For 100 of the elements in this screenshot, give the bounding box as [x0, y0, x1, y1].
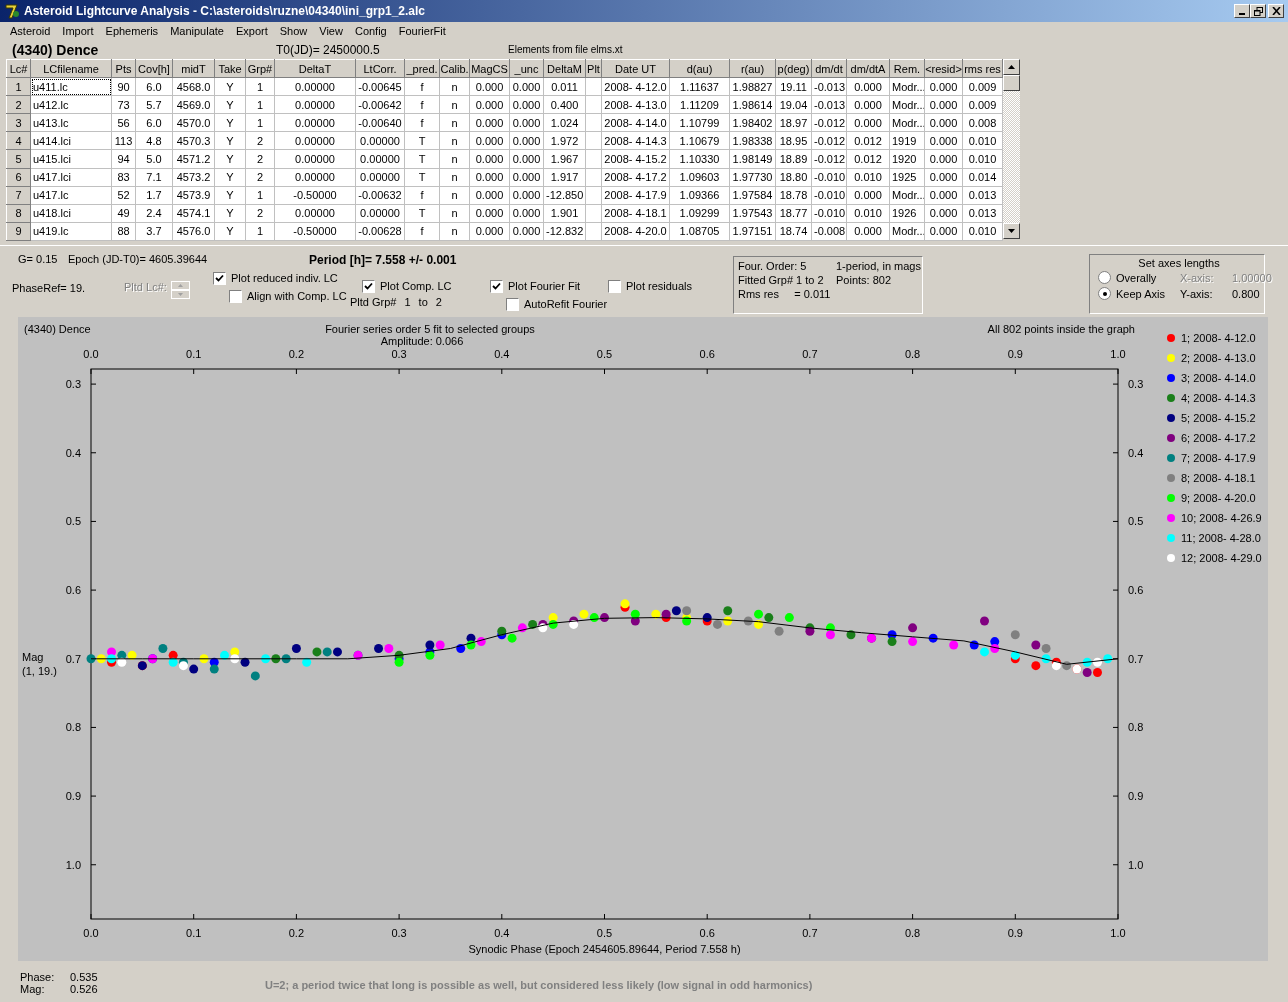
column-header[interactable]: Date UT: [601, 59, 670, 78]
checkbox[interactable]: [213, 271, 226, 285]
column-header[interactable]: Rem.: [889, 59, 925, 78]
scroll-thumb[interactable]: [1003, 75, 1020, 91]
column-header[interactable]: DeltaM: [543, 59, 586, 78]
restore-icon: [1253, 6, 1263, 16]
g-value: G= 0.15: [18, 253, 59, 267]
checkbox[interactable]: [490, 279, 503, 293]
group-title: Set axes lengths: [1137, 257, 1221, 269]
table-cell: 90: [111, 77, 136, 96]
data-point: [476, 637, 486, 647]
legend-label: 6; 2008- 4-17.2: [1181, 432, 1256, 444]
radio-button[interactable]: [1098, 271, 1111, 284]
column-header[interactable]: dm/dt: [811, 59, 847, 78]
table-cell: f: [404, 95, 440, 114]
data-point: [908, 637, 918, 647]
table-cell: 1.08705: [669, 222, 730, 241]
column-header[interactable]: p(deg): [775, 59, 812, 78]
data-point: [1062, 661, 1072, 671]
tick-label: 0.3: [391, 348, 407, 360]
table-cell: 1.98338: [729, 131, 776, 150]
menu-item[interactable]: Config: [348, 25, 393, 37]
table-cell: Y: [214, 95, 246, 114]
legend-label: 7; 2008- 4-17.9: [1181, 452, 1256, 464]
column-header[interactable]: Cov[h]: [135, 59, 173, 78]
table-cell: 3.7: [135, 222, 173, 241]
scroll-down-button[interactable]: [1003, 223, 1020, 239]
table-cell: 88: [111, 222, 136, 241]
scroll-up-button[interactable]: [1003, 59, 1020, 75]
table-cell: 2: [245, 168, 275, 187]
data-point: [1051, 661, 1061, 671]
data-point: [712, 619, 722, 629]
column-header[interactable]: rms res: [962, 59, 1003, 78]
radio-button[interactable]: [1098, 287, 1111, 300]
mag-value: 0.526: [70, 983, 99, 995]
column-header[interactable]: _unc: [509, 59, 544, 78]
checkbox[interactable]: [229, 289, 242, 303]
data-point: [600, 613, 609, 623]
data-point: [281, 654, 291, 664]
fitted-groups: Fitted Grp# 1 to 2: [738, 274, 836, 286]
checkbox[interactable]: [608, 279, 621, 293]
checkbox[interactable]: [362, 279, 375, 293]
data-point: [230, 654, 240, 664]
tick-label: 1.0: [1110, 927, 1126, 939]
column-header[interactable]: midT: [172, 59, 215, 78]
table-cell: -12.850: [543, 186, 586, 205]
scrollbar[interactable]: [1003, 59, 1020, 239]
menu-item[interactable]: Manipulate: [164, 25, 230, 37]
spin-buttons[interactable]: [170, 281, 190, 299]
elements-source: Elements from file elms.xt: [508, 44, 623, 55]
table-cell: 0.000: [469, 186, 510, 205]
data-point: [774, 626, 784, 636]
table-cell: u413.lc: [30, 113, 112, 132]
table-cell: 0.000: [509, 204, 544, 223]
data-point: [1082, 657, 1092, 667]
table-cell: 0.000: [509, 131, 544, 150]
table-cell: u412.lc: [30, 95, 112, 114]
minimize-button[interactable]: [1234, 4, 1250, 18]
table-cell: 6.0: [135, 77, 173, 96]
column-header[interactable]: Pts: [111, 59, 136, 78]
table-cell: 113: [111, 131, 136, 150]
menu-item[interactable]: Ephemeris: [99, 25, 165, 37]
column-header[interactable]: LCfilename: [30, 59, 112, 78]
column-header[interactable]: LtCorr.: [355, 59, 405, 78]
menu-item[interactable]: Show: [273, 25, 314, 37]
menu-item[interactable]: FourierFit: [392, 25, 452, 37]
column-header[interactable]: <resid>: [924, 59, 963, 78]
menu-item[interactable]: Asteroid: [4, 25, 57, 37]
table-cell: u417.lci: [30, 168, 112, 187]
table-cell: -0.013: [811, 95, 847, 114]
axis-label: Y-axis:: [1180, 287, 1214, 300]
column-header[interactable]: _pred.: [404, 59, 440, 78]
column-header[interactable]: r(au): [729, 59, 776, 78]
restore-button[interactable]: [1250, 4, 1266, 18]
tick-label: 0.5: [1128, 515, 1144, 528]
table-cell: 94: [111, 149, 136, 169]
table-cell: 0.000: [846, 222, 890, 241]
table-cell: 1.10330: [669, 149, 730, 169]
table-cell: 18.95: [775, 131, 812, 150]
table-cell: u411.lc: [30, 77, 112, 96]
table-cell: u418.lci: [30, 204, 112, 223]
column-header[interactable]: Take: [214, 59, 246, 78]
tick-label: 0.8: [65, 721, 81, 734]
column-header[interactable]: Calib.: [439, 59, 470, 78]
column-header[interactable]: MagCS: [469, 59, 510, 78]
data-point: [980, 616, 989, 626]
close-button[interactable]: [1268, 4, 1284, 18]
column-header[interactable]: Grp#: [245, 59, 275, 78]
checkbox[interactable]: [506, 297, 519, 311]
table-cell: 0.400: [543, 95, 586, 114]
column-header[interactable]: dm/dtA: [846, 59, 890, 78]
menu-item[interactable]: Export: [229, 25, 274, 37]
menu-item[interactable]: View: [313, 25, 349, 37]
column-header[interactable]: Lc#: [6, 59, 31, 78]
menu-item[interactable]: Import: [56, 25, 100, 37]
column-header[interactable]: DeltaT: [274, 59, 356, 78]
data-point: [754, 619, 764, 629]
table-cell: 0.010: [962, 222, 1003, 241]
fit-mode: 1-period, in mags: [836, 260, 922, 272]
column-header[interactable]: d(au): [669, 59, 730, 78]
